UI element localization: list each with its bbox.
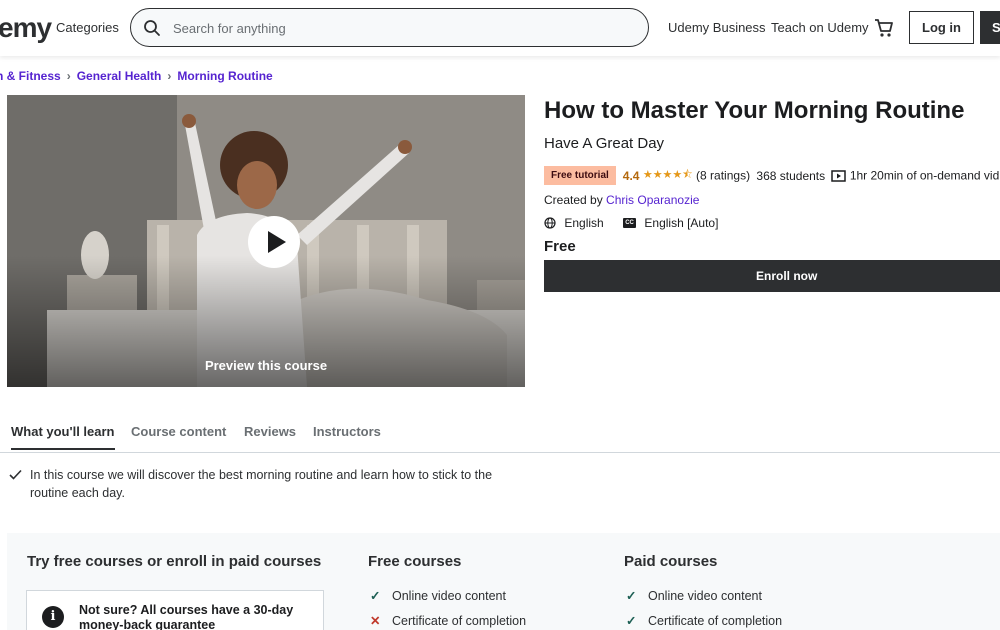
students-count: 368 students [756,168,826,183]
categories-menu[interactable]: Categories [56,20,119,35]
course-title: How to Master Your Morning Routine [544,97,965,124]
tab-course-content[interactable]: Course content [131,424,226,449]
free-courses-title: Free courses [368,553,462,570]
tab-instructors[interactable]: Instructors [313,424,381,449]
created-by: Created by Chris Oparanozie [544,193,699,207]
star-rating-icon: ★★★★⯪ [642,169,693,181]
free-feature-item: ✕ Certificate of completion [370,613,526,628]
search-bar[interactable] [130,8,649,47]
money-back-guarantee-box: i Not sure? All courses have a 30-day mo… [26,590,324,630]
feature-label: Online video content [392,589,506,603]
paid-feature-item: ✓ Online video content [626,588,762,603]
check-icon: ✓ [626,589,637,603]
compare-title: Try free courses or enroll in paid cours… [27,553,322,570]
course-tabs: What you'll learn Course content Reviews… [0,416,1000,453]
chevron-right-icon: › [66,69,71,83]
feature-label: Certificate of completion [648,614,783,628]
globe-icon [544,217,556,229]
search-icon [144,20,160,36]
course-price: Free [544,238,576,255]
paid-courses-title: Paid courses [624,553,718,570]
closed-captions-icon: CC [623,217,637,228]
breadcrumb-item[interactable]: Morning Routine [177,69,272,83]
rating-value: 4.4 [622,168,640,183]
tab-reviews[interactable]: Reviews [244,424,296,449]
top-header: emy Categories Udemy Business Teach on U… [0,0,1000,56]
free-feature-item: ✓ Online video content [370,588,506,603]
search-input[interactable] [173,18,613,38]
breadcrumb: n & Fitness › General Health › Morning Routi… [0,69,273,83]
language-row: English CC English [Auto] [544,215,718,230]
check-icon [9,469,22,480]
course-meta: Free tutorial 4.4 ★★★★⯪ (8 ratings) 368 s… [544,166,999,186]
breadcrumb-item[interactable]: n & Fitness [0,69,61,83]
free-tutorial-badge: Free tutorial [544,166,616,185]
udemy-logo[interactable]: emy [0,12,52,44]
breadcrumb-item[interactable]: General Health [77,69,162,83]
cart-icon[interactable] [873,17,895,39]
course-preview-video[interactable]: Preview this course [7,95,525,387]
created-by-label: Created by [544,193,603,207]
preview-label[interactable]: Preview this course [7,358,525,373]
udemy-business-link[interactable]: Udemy Business [668,20,766,35]
video-duration: 1hr 20min of on-demand vid [849,168,1000,183]
ratings-count[interactable]: (8 ratings) [696,169,750,183]
tab-what-youll-learn[interactable]: What you'll learn [11,424,115,450]
info-icon: i [42,606,64,628]
check-icon: ✓ [370,589,381,603]
chevron-right-icon: › [167,69,172,83]
login-button[interactable]: Log in [909,11,974,44]
feature-label: Online video content [648,589,762,603]
course-subtitle: Have A Great Day [544,135,665,152]
learning-objective: In this course we will discover the best… [30,468,493,500]
guarantee-text: Not sure? All courses have a 30-day mone… [79,603,294,630]
play-icon[interactable] [248,216,300,268]
check-icon: ✓ [626,614,637,628]
free-vs-paid-section: Try free courses or enroll in paid cours… [7,533,1000,630]
course-language: English [564,215,604,230]
signup-button[interactable]: S [980,11,1000,44]
teach-on-udemy-link[interactable]: Teach on Udemy [771,20,869,35]
x-icon: ✕ [370,614,381,628]
paid-feature-item: ✓ Certificate of completion [626,613,782,628]
feature-label: Certificate of completion [392,614,527,628]
instructor-link[interactable]: Chris Oparanozie [606,193,699,207]
course-captions: English [Auto] [644,215,719,230]
enroll-now-button[interactable]: Enroll now [544,260,1000,292]
video-icon [831,169,847,182]
